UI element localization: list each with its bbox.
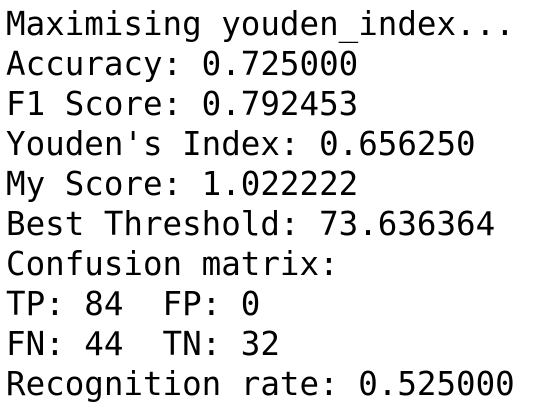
recognition-rate-line: Recognition rate: 0.525000: [6, 365, 515, 403]
youden-index-line: Youden's Index: 0.656250: [6, 125, 476, 163]
accuracy-line: Accuracy: 0.725000: [6, 45, 359, 83]
confusion-matrix-row-2: FN: 44 TN: 32: [6, 325, 280, 363]
my-score-line: My Score: 1.022222: [6, 165, 359, 203]
terminal-output: Maximising youden_index... Accuracy: 0.7…: [6, 4, 542, 404]
status-line: Maximising youden_index...: [6, 5, 515, 43]
f1-score-line: F1 Score: 0.792453: [6, 85, 359, 123]
best-threshold-line: Best Threshold: 73.636364: [6, 205, 496, 243]
confusion-matrix-heading: Confusion matrix:: [6, 245, 339, 283]
confusion-matrix-row-1: TP: 84 FP: 0: [6, 285, 261, 323]
